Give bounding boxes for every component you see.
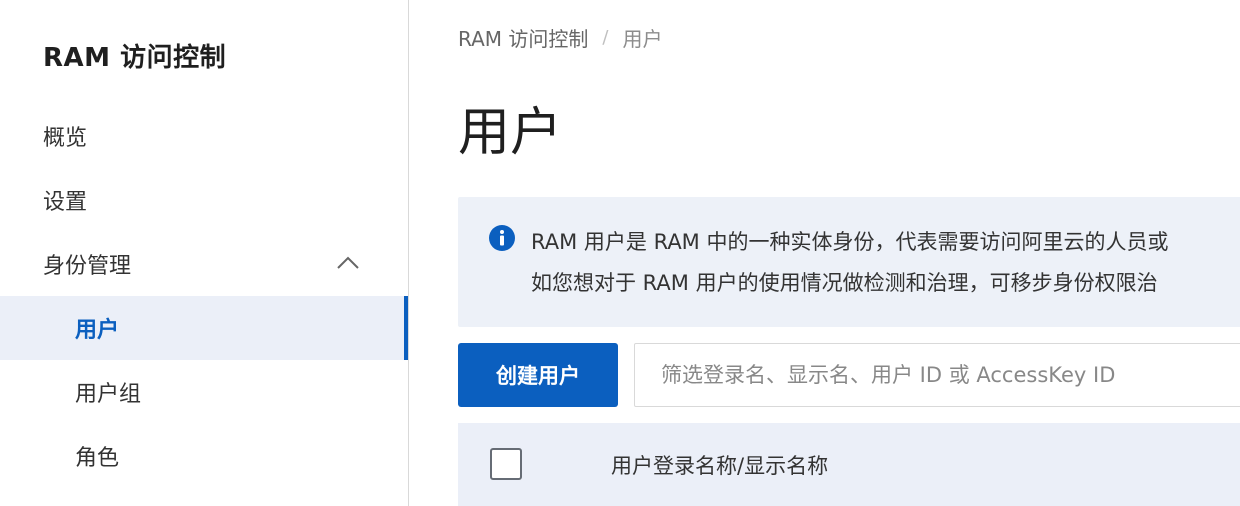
sidebar: RAM 访问控制 概览 设置 身份管理 用户 用户组 角色 [0, 0, 409, 506]
info-icon [489, 225, 515, 251]
sidebar-item-settings[interactable]: 设置 [0, 168, 408, 232]
breadcrumb-root-link[interactable]: RAM 访问控制 [458, 23, 588, 52]
notice-text-line-2: 如您想对于 RAM 用户的使用情况做检测和治理，可移步身份权限治 [531, 271, 1158, 295]
breadcrumb-current: 用户 [622, 27, 663, 51]
sidebar-item-label: 身份管理 [43, 254, 132, 279]
create-user-button[interactable]: 创建用户 [458, 343, 618, 407]
sidebar-item-label: 设置 [43, 190, 88, 215]
chevron-up-icon[interactable] [336, 254, 360, 270]
page-title: 用户 [458, 103, 563, 163]
table-header: 用户登录名称/显示名称 [458, 423, 1240, 506]
sidebar-item-users[interactable]: 用户 [0, 296, 408, 360]
sidebar-item-label: 角色 [75, 446, 120, 471]
sidebar-item-overview[interactable]: 概览 [0, 104, 408, 168]
sidebar-item-roles[interactable]: 角色 [0, 424, 408, 488]
sidebar-item-label: 概览 [43, 126, 88, 151]
column-header-login-name: 用户登录名称/显示名称 [611, 454, 829, 478]
breadcrumb: RAM 访问控制 / 用户 [458, 23, 662, 52]
main-content: RAM 访问控制 / 用户 用户 RAM 用户是 RAM 中的一种实体身份，代表… [410, 0, 1240, 506]
sidebar-item-user-groups[interactable]: 用户组 [0, 360, 408, 424]
select-all-checkbox[interactable] [490, 448, 522, 480]
breadcrumb-separator: / [602, 27, 609, 48]
info-notice: RAM 用户是 RAM 中的一种实体身份，代表需要访问阿里云的人员或 如您想对于… [458, 197, 1240, 327]
notice-text-line-1: RAM 用户是 RAM 中的一种实体身份，代表需要访问阿里云的人员或 [531, 230, 1169, 254]
sidebar-item-label: 用户 [75, 318, 120, 343]
search-input[interactable] [634, 343, 1240, 407]
sidebar-group-identity-management[interactable]: 身份管理 [0, 232, 408, 296]
sidebar-title: RAM 访问控制 [43, 43, 227, 73]
sidebar-item-label: 用户组 [75, 382, 142, 407]
